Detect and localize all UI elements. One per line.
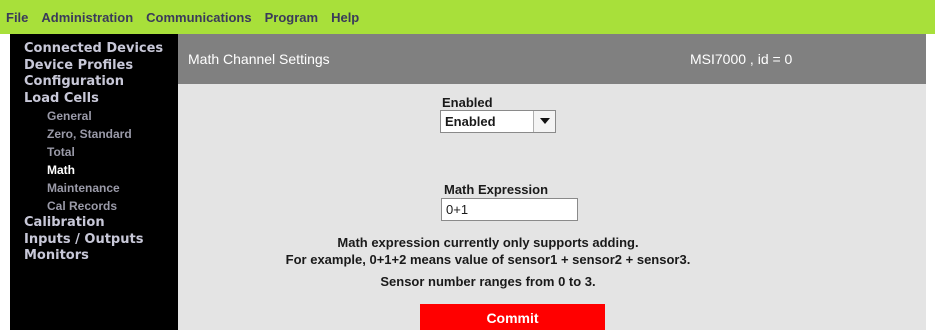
sidebar-subitem-zero-standard[interactable]: Zero, Standard — [10, 125, 178, 143]
sidebar-item-inputs-outputs[interactable]: Inputs / Outputs — [10, 232, 178, 249]
menu-bar: File Administration Communications Progr… — [0, 0, 935, 34]
page-title: Math Channel Settings — [188, 51, 330, 67]
window-edge — [926, 34, 935, 330]
sidebar-item-device-profiles[interactable]: Device Profiles — [10, 58, 178, 75]
sidebar-subitem-cal-records[interactable]: Cal Records — [10, 197, 178, 215]
sidebar-item-configuration[interactable]: Configuration — [10, 74, 178, 91]
sidebar-subitem-total[interactable]: Total — [10, 143, 178, 161]
sidebar-item-monitors[interactable]: Monitors — [10, 248, 178, 265]
help-text-line-3: Sensor number ranges from 0 to 3. — [380, 274, 596, 289]
menu-communications[interactable]: Communications — [146, 10, 251, 25]
enabled-label: Enabled — [442, 95, 493, 110]
sidebar-subitem-general[interactable]: General — [10, 107, 178, 125]
math-expression-label: Math Expression — [444, 182, 549, 197]
dropdown-button[interactable] — [533, 111, 555, 132]
sidebar-subitem-math[interactable]: Math — [10, 161, 178, 179]
menu-file[interactable]: File — [6, 10, 28, 25]
math-expression-input[interactable] — [441, 198, 578, 221]
page-header: Math Channel Settings MSI7000 , id = 0 — [178, 34, 926, 84]
menu-help[interactable]: Help — [331, 10, 359, 25]
sidebar-subitem-maintenance[interactable]: Maintenance — [10, 179, 178, 197]
menu-administration[interactable]: Administration — [41, 10, 133, 25]
sidebar-item-load-cells[interactable]: Load Cells — [10, 91, 178, 108]
commit-button[interactable]: Commit — [420, 304, 605, 330]
settings-panel: Enabled Enabled Math Expression Math exp… — [178, 84, 926, 330]
help-text-line-2: For example, 0+1+2 means value of sensor… — [285, 252, 691, 267]
help-text-line-1: Math expression currently only supports … — [337, 235, 639, 250]
device-id-label: MSI7000 , id = 0 — [690, 51, 793, 67]
sidebar-item-connected-devices[interactable]: Connected Devices — [10, 41, 178, 58]
triangle-down-icon — [540, 118, 550, 124]
enabled-select-value: Enabled — [445, 114, 496, 129]
sidebar-item-calibration[interactable]: Calibration — [10, 215, 178, 232]
enabled-select[interactable]: Enabled — [440, 110, 556, 133]
menu-program[interactable]: Program — [265, 10, 318, 25]
sidebar-nav: Connected Devices Device Profiles Config… — [10, 34, 178, 330]
